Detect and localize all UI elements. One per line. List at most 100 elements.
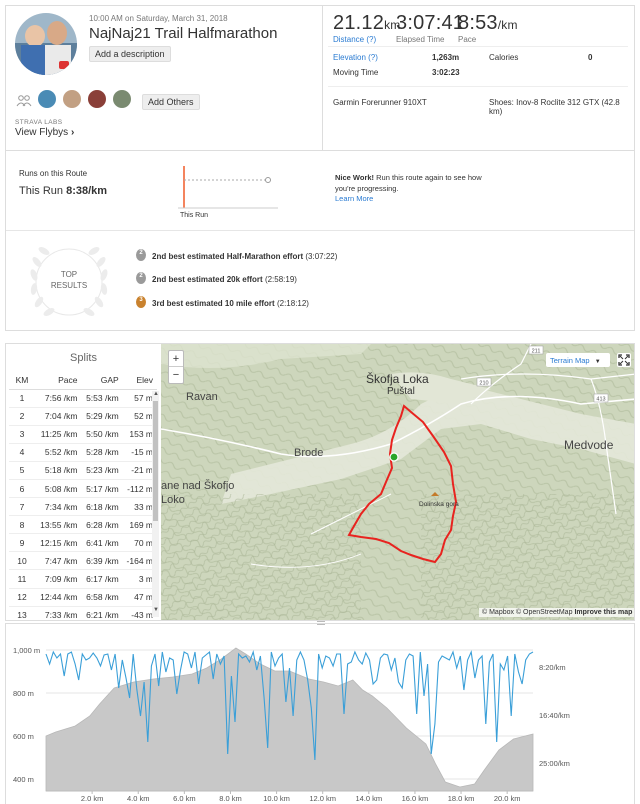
split-pace: 5:52 /km: [35, 443, 82, 462]
split-row[interactable]: 10 7:47 /km 6:39 /km -164 m: [9, 551, 157, 571]
activity-summary-panel: 10:00 AM on Saturday, March 31, 2018 Naj…: [5, 5, 635, 331]
athlete-avatar-4[interactable]: [113, 90, 131, 108]
split-row[interactable]: 13 7:33 /km 6:21 /km -43 m: [9, 606, 157, 620]
fullscreen-icon[interactable]: [617, 353, 631, 367]
split-gap: 6:28 /km: [81, 515, 123, 535]
split-km: 2: [9, 407, 35, 426]
split-pace: 7:33 /km: [35, 606, 82, 620]
athlete-avatar[interactable]: [15, 13, 77, 75]
splits-map-panel: Splits KM Pace GAP Elev 1 7:56 /km 5:53 /k…: [5, 343, 635, 621]
top-result-2-time: (2:58:19): [264, 275, 297, 284]
split-pace: 12:44 /km: [35, 588, 82, 607]
split-row[interactable]: 12 12:44 /km 6:58 /km 47 m: [9, 588, 157, 607]
right-axis-label: 8:20/km: [539, 663, 566, 672]
split-row[interactable]: 1 7:56 /km 5:53 /km 57 m: [9, 389, 157, 408]
col-pace[interactable]: Pace: [35, 371, 82, 390]
top-result-1[interactable]: 2 2nd best estimated Half-Marathon effort…: [136, 247, 337, 261]
split-row[interactable]: 11 7:09 /km 6:17 /km 3 m: [9, 569, 157, 589]
col-elev[interactable]: Elev: [122, 371, 157, 390]
left-axis-label: 800 m: [13, 689, 34, 698]
x-axis-label: 6.0 km: [173, 794, 196, 803]
elevation-label[interactable]: Elevation (?): [333, 53, 378, 62]
split-gap: 5:17 /km: [81, 479, 123, 499]
view-flybys-link[interactable]: View Flybys ›: [15, 127, 74, 138]
zoom-in-button[interactable]: +: [169, 351, 183, 367]
split-row[interactable]: 6 5:08 /km 5:17 /km -112 m: [9, 479, 157, 499]
elevation-pace-chart[interactable]: 1,000 m 800 m 600 m 400 m 8:20/km 16:40/km 25:…: [6, 624, 634, 804]
elapsed-value: 3:07:41: [396, 12, 465, 34]
split-row[interactable]: 2 7:04 /km 5:29 /km 52 m: [9, 407, 157, 426]
top-results-label: TOP RESULTS: [22, 269, 116, 291]
split-gap: 5:53 /km: [81, 389, 123, 408]
split-row[interactable]: 8 13:55 /km 6:28 /km 169 m: [9, 515, 157, 535]
split-row[interactable]: 4 5:52 /km 5:28 /km -15 m: [9, 443, 157, 462]
calories-label: Calories: [489, 53, 519, 62]
split-km: 6: [9, 479, 35, 499]
place-brode: Brode: [294, 447, 324, 459]
scroll-down-icon[interactable]: ▼: [153, 607, 159, 613]
x-axis-label: 20.0 km: [494, 794, 521, 803]
top-result-2-title: 2nd best estimated 20k effort: [152, 275, 263, 284]
moving-time-value: 3:02:23: [432, 68, 460, 77]
results-label: RESULTS: [50, 281, 88, 290]
splits-table-wrap: KM Pace GAP Elev 1 7:56 /km 5:53 /km 57 m27…: [9, 371, 161, 620]
route-map[interactable]: 211 210 413 Ravan Škofja Loka Puštal Bro…: [161, 344, 634, 620]
improve-map-link[interactable]: Improve this map: [574, 609, 632, 616]
place-medvode: Medvode: [564, 438, 614, 452]
learn-more-link[interactable]: Learn More: [335, 194, 373, 203]
scroll-up-icon[interactable]: ▲: [153, 391, 159, 397]
activity-datetime: 10:00 AM on Saturday, March 31, 2018: [89, 14, 228, 23]
svg-text:211: 211: [532, 349, 541, 355]
splits-table: KM Pace GAP Elev 1 7:56 /km 5:53 /km 57 m27…: [9, 371, 157, 620]
zoom-controls: + −: [168, 350, 184, 384]
split-km: 8: [9, 515, 35, 535]
col-km[interactable]: KM: [9, 371, 35, 390]
zoom-out-button[interactable]: −: [169, 367, 183, 383]
right-axis-label: 25:00/km: [539, 759, 570, 768]
split-row[interactable]: 9 12:15 /km 6:41 /km 70 m: [9, 533, 157, 553]
x-axis-label: 16.0 km: [402, 794, 429, 803]
athlete-avatar-1[interactable]: [38, 90, 56, 108]
distance-label[interactable]: Distance (?): [333, 35, 400, 44]
add-description-button[interactable]: Add a description: [89, 46, 171, 62]
divider: [322, 6, 323, 150]
route-heading: Runs on this Route: [19, 169, 88, 178]
split-gap: 6:18 /km: [81, 497, 123, 517]
x-axis-label: 8.0 km: [219, 794, 242, 803]
athlete-avatar-2[interactable]: [63, 90, 81, 108]
split-km: 13: [9, 606, 35, 620]
split-pace: 11:25 /km: [35, 425, 82, 444]
top-result-1-time: (3:07:22): [305, 252, 338, 261]
splits-body: 1 7:56 /km 5:53 /km 57 m 2 7:04 /km 5:29 /km 52…: [9, 389, 157, 620]
terrain-map-dropdown[interactable]: Terrain Map ▼: [546, 353, 610, 367]
split-km: 9: [9, 533, 35, 553]
split-pace: 7:56 /km: [35, 389, 82, 408]
add-others-button[interactable]: Add Others: [142, 94, 200, 110]
x-axis-label: 14.0 km: [355, 794, 382, 803]
bronze-medal-icon: 3: [136, 296, 146, 308]
this-run-label: This Run: [19, 185, 64, 197]
split-row[interactable]: 5 5:18 /km 5:23 /km -21 m: [9, 461, 157, 480]
split-row[interactable]: 3 11:25 /km 5:50 /km 153 m: [9, 425, 157, 444]
top-result-3[interactable]: 3 3rd best estimated 10 mile effort (2:18…: [136, 294, 309, 308]
place-skofja-loka: Škofja Loka: [366, 372, 429, 386]
split-gap: 6:17 /km: [81, 569, 123, 589]
split-pace: 5:18 /km: [35, 461, 82, 480]
splits-scrollbar[interactable]: ▲ ▼: [152, 391, 159, 617]
elevation-value: 1,263m: [432, 53, 460, 62]
col-gap[interactable]: GAP: [81, 371, 123, 390]
split-pace: 7:09 /km: [35, 569, 82, 589]
mapbox-attribution[interactable]: © Mapbox © OpenStreetMap: [482, 609, 572, 616]
top-result-2[interactable]: 2 2nd best estimated 20k effort (2:58:19): [136, 270, 297, 284]
right-axis-label: 16:40/km: [539, 711, 570, 720]
top-result-3-title: 3rd best estimated 10 mile effort: [152, 299, 275, 308]
elapsed-label: Elapsed Time: [396, 35, 445, 44]
split-km: 7: [9, 497, 35, 517]
athlete-avatar-3[interactable]: [88, 90, 106, 108]
left-axis-label: 400 m: [13, 775, 34, 784]
scrollbar-thumb[interactable]: [153, 401, 158, 521]
place-pustal: Puštal: [387, 386, 415, 397]
split-row[interactable]: 7 7:34 /km 6:18 /km 33 m: [9, 497, 157, 517]
activity-title[interactable]: NajNaj21 Trail Halfmarathon: [89, 25, 277, 42]
pace-stat: 8:53/km Pace: [458, 12, 518, 44]
